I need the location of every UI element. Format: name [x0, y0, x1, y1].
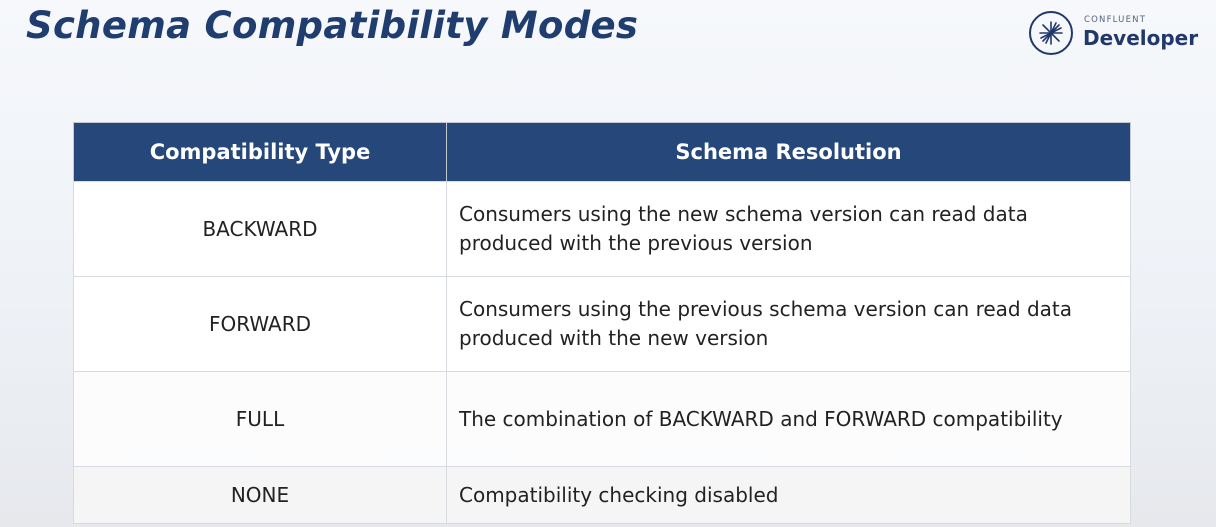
schema-resolution-cell: Consumers using the new schema version c…: [446, 181, 1131, 277]
slide-title: Schema Compatibility Modes: [26, 4, 639, 47]
compatibility-type-cell: BACKWARD: [73, 181, 447, 277]
table-row: FORWARD Consumers using the previous sch…: [73, 276, 1131, 372]
table-header-row: Compatibility Type Schema Resolution: [73, 122, 1131, 182]
schema-resolution-cell: Consumers using the previous schema vers…: [446, 276, 1131, 372]
header-compatibility-type: Compatibility Type: [73, 122, 447, 182]
table-row: BACKWARD Consumers using the new schema …: [73, 181, 1131, 277]
confluent-developer-logo: CONFLUENT Developer: [1028, 10, 1204, 58]
compatibility-type-cell: FULL: [73, 371, 447, 467]
schema-resolution-cell: The combination of BACKWARD and FORWARD …: [446, 371, 1131, 467]
table-row: FULL The combination of BACKWARD and FOR…: [73, 371, 1131, 467]
confluent-starburst-icon: [1029, 11, 1073, 55]
table-row: NONE Compatibility checking disabled: [73, 466, 1131, 524]
logo-confluent-text: CONFLUENT: [1084, 15, 1147, 25]
header-schema-resolution: Schema Resolution: [446, 122, 1131, 182]
schema-resolution-cell: Compatibility checking disabled: [446, 466, 1131, 524]
compatibility-type-cell: FORWARD: [73, 276, 447, 372]
compatibility-table: Compatibility Type Schema Resolution BAC…: [73, 122, 1131, 524]
logo-developer-text: Developer: [1083, 26, 1199, 50]
compatibility-type-cell: NONE: [73, 466, 447, 524]
